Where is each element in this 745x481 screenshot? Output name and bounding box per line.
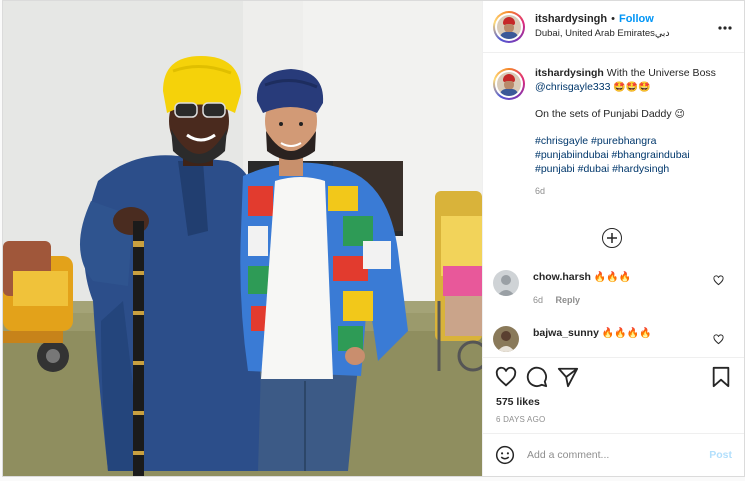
hashtags-line-1[interactable]: #chrisgayle #purebhangra [535,134,734,148]
post-sidebar: itshardysingh • Follow Dubai, United Ara… [482,1,744,476]
hashtags-line-2[interactable]: #punjabiindubai #bhangraindubai [535,148,734,162]
commenter-username[interactable]: bajwa_sunny [533,327,599,339]
reply-button[interactable]: Reply [556,295,581,305]
post-header: itshardysingh • Follow Dubai, United Ara… [483,1,744,53]
author-username[interactable]: itshardysingh [535,13,607,26]
caption-emoji: 🤩🤩🤩 [613,82,651,93]
post-button[interactable]: Post [709,449,732,461]
caption-avatar[interactable] [493,68,525,100]
likes-count[interactable]: 575 likes [496,396,540,408]
caption-username[interactable]: itshardysingh [535,67,604,79]
post-photo[interactable] [3,1,482,476]
instagram-post: itshardysingh • Follow Dubai, United Ara… [2,0,745,477]
commenter-username[interactable]: chow.harsh [533,271,591,283]
caption-line2: On the sets of Punjabi Daddy [535,108,672,120]
comment-text: 🔥🔥🔥🔥 [601,328,652,339]
share-icon[interactable] [557,366,579,388]
comment-item: bajwa_sunny 🔥🔥🔥🔥 [493,326,734,352]
bookmark-icon[interactable] [710,366,732,388]
comment-composer: Post [483,433,744,475]
follow-button[interactable]: Follow [619,13,654,26]
comment-icon[interactable] [526,366,548,388]
caption: itshardysingh With the Universe Boss @ch… [493,66,734,198]
comment-item: chow.harsh 🔥🔥🔥 6d Reply [493,270,734,307]
comment-time: 6d [533,295,544,305]
author-avatar[interactable] [493,10,525,43]
hashtags-line-3[interactable]: #punjabi #dubai #hardysingh [535,162,734,176]
post-actions: 575 likes 6 DAYS AGO Post [483,357,744,475]
heart-icon[interactable] [495,366,517,388]
comment-text: 🔥🔥🔥 [593,272,632,283]
comment-input[interactable] [527,448,710,461]
caption-time: 6d [535,186,546,196]
post-age: 6 DAYS AGO [496,415,546,424]
separator-dot: • [611,13,615,26]
caption-text: With the Universe Boss [606,67,716,79]
wink-emoji: 😉 [674,109,685,120]
comment-heart-icon[interactable] [713,334,724,345]
post-location[interactable]: Dubai, United Arab Emiratesدبي [535,28,670,40]
emoji-icon[interactable] [495,445,515,465]
more-options-icon[interactable] [718,18,732,32]
post-image [3,1,482,476]
comments-section: itshardysingh With the Universe Boss @ch… [483,54,744,356]
mention-link[interactable]: @chrisgayle333 [535,81,610,93]
commenter-avatar[interactable] [493,326,519,352]
plus-circle-icon[interactable] [602,228,622,248]
comment-heart-icon[interactable] [713,275,724,286]
commenter-avatar[interactable] [493,270,519,296]
